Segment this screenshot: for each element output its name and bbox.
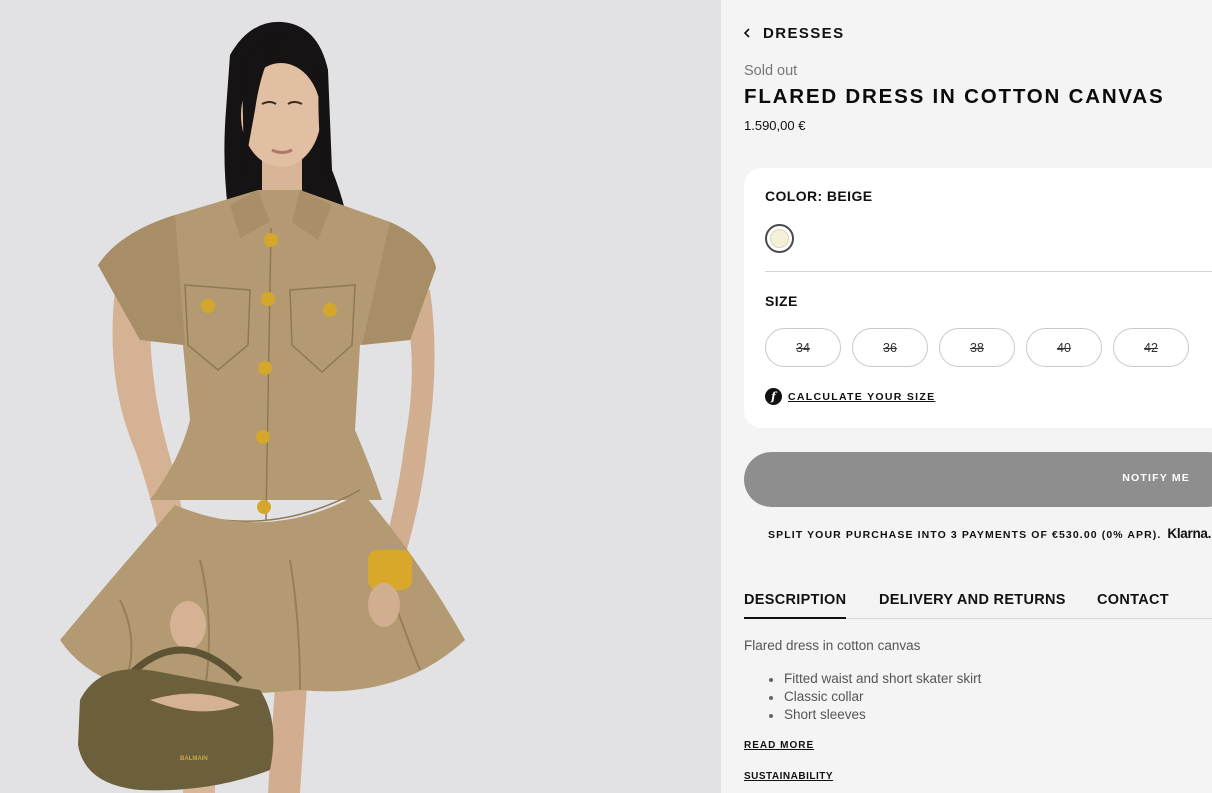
calculate-size-label: CALCULATE YOUR SIZE [788,390,936,403]
list-item: Fitted waist and short skater skirt [768,671,981,689]
breadcrumb-label: DRESSES [763,24,845,42]
tab-delivery-and-returns[interactable]: DELIVERY AND RETURNS [879,592,1066,619]
list-item: Short sleeves [768,707,981,725]
chevron-left-icon [743,28,750,38]
notify-me-label: NOTIFY ME [1122,472,1190,484]
product-details-panel: DRESSES Sold out FLARED DRESS IN COTTON … [721,0,1212,793]
notify-me-button[interactable]: NOTIFY ME [744,452,1212,507]
product-price: 1.590,00 € [744,118,806,133]
stock-status: Sold out [744,63,798,79]
product-page: BALMAIN DRESSES Sold out FLARED DRESS IN… [0,0,1212,793]
product-photo: BALMAIN [0,0,721,793]
tab-description[interactable]: DESCRIPTION [744,592,847,619]
klarna-installments: SPLIT YOUR PURCHASE INTO 3 PAYMENTS OF €… [768,526,1212,541]
bag-logo: BALMAIN [180,756,208,762]
tab-contact[interactable]: CONTACT [1097,592,1169,619]
klarna-logo: Klarna. [1167,526,1212,541]
color-label: COLOR: BEIGE [765,188,873,204]
calculate-size-link[interactable]: f CALCULATE YOUR SIZE [765,388,935,405]
size-option-36[interactable]: 36 [852,328,928,367]
sustainability-link[interactable]: SUSTAINABILITY [744,771,833,782]
options-card: COLOR: BEIGE SIZE 34 36 38 40 42 f CALCU… [744,168,1212,428]
size-options: 34 36 38 40 42 [765,328,1189,367]
list-item: Classic collar [768,689,981,707]
description-intro: Flared dress in cotton canvas [744,638,921,653]
size-option-38[interactable]: 38 [939,328,1015,367]
size-option-40[interactable]: 40 [1026,328,1102,367]
size-label: SIZE [765,293,798,309]
size-option-42[interactable]: 42 [1113,328,1189,367]
model-illustration: BALMAIN [60,21,465,793]
color-swatch-beige[interactable] [765,224,794,253]
breadcrumb-back-link[interactable]: DRESSES [743,22,845,44]
klarna-text: SPLIT YOUR PURCHASE INTO 3 PAYMENTS OF €… [768,529,1162,541]
divider [765,271,1212,272]
product-title: FLARED DRESS IN COTTON CANVAS [744,85,1165,108]
read-more-link[interactable]: READ MORE [744,740,814,751]
description-bullets: Fitted waist and short skater skirt Clas… [768,671,981,725]
size-option-34[interactable]: 34 [765,328,841,367]
info-tabs: DESCRIPTION DELIVERY AND RETURNS CONTACT [744,592,1212,619]
fit-calculator-icon: f [765,388,782,405]
swatch-fill [770,229,789,248]
